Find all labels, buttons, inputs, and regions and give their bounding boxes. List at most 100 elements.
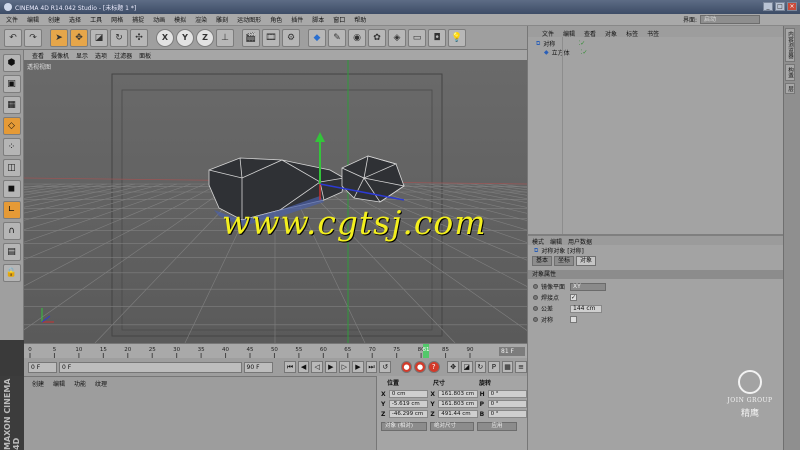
size-mode-select[interactable]: 绝对尺寸 [430,422,474,431]
property-value[interactable] [570,316,577,323]
start-frame-field[interactable]: 0 F [28,361,57,373]
spline-icon[interactable]: ✎ [328,28,346,47]
param-key-icon[interactable]: P [488,361,500,373]
property-value[interactable]: XY [570,282,606,291]
visibility-dots-icon[interactable]: ⁚✓ [581,49,588,56]
keyframe-dot-icon[interactable] [533,306,538,311]
maximize-button[interactable]: □ [775,2,785,11]
go-to-end-icon[interactable]: ⏭ [365,361,378,373]
nurbs-icon[interactable]: ◉ [348,28,366,47]
property-value[interactable]: ✓ [570,294,577,301]
scale-icon[interactable]: ◪ [90,28,108,47]
keyframe-dot-icon[interactable] [533,317,538,322]
auto-key-icon[interactable]: ● [414,361,426,373]
timeline[interactable]: 0 5 10 15 20 25 30 35 40 45 50 55 60 65 70 75 80 85 90 81 8… [24,343,527,359]
snap-icon[interactable]: ▤ [2,243,21,261]
recent-tool-icon[interactable]: ✣ [130,28,148,47]
rotate-icon[interactable]: ↻ [110,28,128,47]
rotation-field[interactable]: 0 ° [487,390,527,398]
menu-item[interactable]: 角色 [270,15,282,24]
menu-item[interactable]: 运动图形 [237,15,261,24]
y-axis-icon[interactable]: Y [176,28,194,47]
make-editable-icon[interactable]: ⬢ [2,54,21,72]
menu-item[interactable]: 编辑 [27,15,39,24]
size-field[interactable]: 161.803 cm [438,400,478,408]
lock-icon[interactable]: 🔒 [2,264,21,282]
timeline-menu-icon[interactable]: ≡ [515,361,527,373]
light-icon[interactable]: 💡 [448,28,466,47]
workplane-icon[interactable]: ◇ [2,117,21,135]
material-menu-item[interactable]: 纹理 [95,379,107,388]
apply-button[interactable]: 应用 [477,422,517,431]
menu-item[interactable]: 工具 [90,15,102,24]
axis-icon[interactable]: ∟ [2,201,21,219]
viewport-menu-item[interactable]: 摄像机 [51,51,69,60]
prev-key-icon[interactable]: ◀ [297,361,310,373]
render-picture-icon[interactable]: 🎞 [262,28,280,47]
position-field[interactable]: -5.619 cm [388,400,429,408]
preview-range-slider[interactable]: 0 F [58,361,242,373]
minimize-button[interactable]: _ [763,2,773,11]
size-field[interactable]: 161.803 cm [438,390,478,398]
menu-item[interactable]: 选择 [69,15,81,24]
menu-item[interactable]: 捕捉 [132,15,144,24]
record-icon[interactable]: ● [400,361,413,373]
coord-system-icon[interactable]: ⊥ [216,28,234,47]
rotation-field[interactable]: 0 ° [487,400,527,408]
material-menu-item[interactable]: 功能 [74,379,86,388]
side-tab[interactable]: 层 [785,82,795,94]
keyframe-dot-icon[interactable] [533,295,538,300]
x-axis-icon[interactable]: X [156,28,174,47]
deformer-icon[interactable]: ◈ [388,28,406,47]
object-manager-menu-item[interactable]: 对象 [605,29,617,38]
move-icon[interactable]: ✥ [70,28,88,47]
material-menu-item[interactable]: 编辑 [53,379,65,388]
attribute-menu-item[interactable]: 用户数据 [568,237,592,246]
attribute-tab[interactable]: 坐标 [554,256,575,266]
timeline-ruler[interactable]: 0 5 10 15 20 25 30 35 40 45 50 55 60 65 70 75 80 85 9081 [24,344,527,359]
keyframe-selection-icon[interactable]: ? [427,361,440,373]
menu-item[interactable]: 动画 [153,15,165,24]
object-manager-menu-item[interactable]: 文件 [542,29,554,38]
coord-mode-select[interactable]: 对象 (相对) [381,422,427,431]
rotation-key-icon[interactable]: ↻ [474,361,487,373]
menu-item[interactable]: 模拟 [174,15,186,24]
position-field[interactable]: -46.299 cm [388,410,429,418]
next-frame-icon[interactable]: ▷ [338,361,351,373]
attribute-tab[interactable]: 对象 [576,256,597,266]
viewport-menu-item[interactable]: 显示 [76,51,88,60]
keyframe-dot-icon[interactable] [533,284,538,289]
z-axis-icon[interactable]: Z [196,28,214,47]
material-menu-item[interactable]: 创建 [32,379,44,388]
object-row-symmetry[interactable]: ⧉ 对称 ⁚✓ [528,39,783,49]
menu-item[interactable]: 脚本 [312,15,324,24]
side-tab[interactable]: 构造 [785,63,795,81]
magnet-icon[interactable]: ∩ [2,222,21,240]
viewport-menu-item[interactable]: 面板 [139,51,151,60]
rotation-field[interactable]: 0 ° [487,410,527,418]
undo-icon[interactable]: ↶ [4,28,22,47]
edges-icon[interactable]: ◫ [2,159,21,177]
array-icon[interactable]: ✿ [368,28,386,47]
go-to-start-icon[interactable]: ⏮ [284,361,296,373]
object-manager-menu-item[interactable]: 标签 [626,29,638,38]
position-field[interactable]: 0 cm [388,390,429,398]
pla-key-icon[interactable]: ▦ [501,361,514,373]
model-mode-icon[interactable]: ▣ [2,75,21,93]
viewport-menu-item[interactable]: 选项 [95,51,107,60]
play-icon[interactable]: ▶ [324,361,337,373]
menu-item[interactable]: 插件 [291,15,303,24]
object-manager-menu-item[interactable]: 书签 [647,29,659,38]
perspective-viewport[interactable]: 透视视图 [24,60,527,343]
loop-icon[interactable]: ↺ [379,361,391,373]
end-frame-field[interactable]: 90 F [243,361,273,373]
layout-select[interactable]: 启动 [700,15,760,24]
menu-item[interactable]: 雕刻 [216,15,228,24]
visibility-dots-icon[interactable]: ⁚✓ [578,40,585,47]
polygons-icon[interactable]: ◼ [2,180,21,198]
menu-item[interactable]: 网格 [111,15,123,24]
render-view-icon[interactable]: 🎬 [242,28,260,47]
side-tab[interactable]: 内容浏览器 [785,28,795,62]
object-manager-menu-item[interactable]: 编辑 [563,29,575,38]
scale-key-icon[interactable]: ◪ [460,361,473,373]
